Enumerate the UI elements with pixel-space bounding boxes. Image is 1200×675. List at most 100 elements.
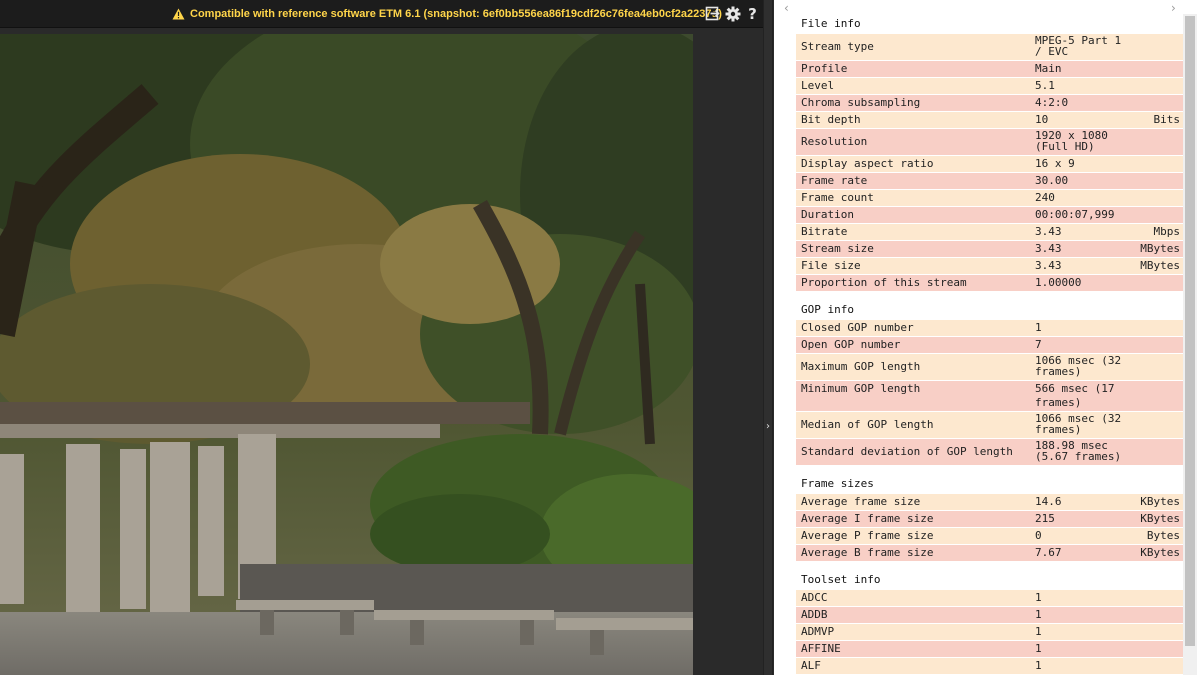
info-key: Minimum GOP length (801, 382, 921, 395)
info-unit (1131, 607, 1183, 623)
info-unit (1131, 320, 1183, 336)
info-section: File info Stream type MPEG-5 Part 1 / EVC P… (796, 15, 1183, 291)
info-key: Duration (801, 208, 854, 221)
info-value: 1066 msec (32 frames) (1035, 354, 1122, 378)
info-unit (1131, 34, 1183, 60)
info-value: 1 (1035, 591, 1042, 604)
info-key: Bit depth (801, 113, 861, 126)
info-key: Proportion of this stream (801, 276, 967, 289)
info-key: Maximum GOP length (801, 360, 921, 373)
info-row: File size 3.43 MBytes (796, 257, 1183, 274)
viewer-toolbar: Compatible with reference software ETM 6… (0, 0, 763, 28)
info-row: Proportion of this stream 1.00000 (796, 274, 1183, 291)
info-key: ALF (801, 659, 821, 672)
info-key: Open GOP number (801, 338, 901, 351)
info-row: Frame rate 30.00 (796, 172, 1183, 189)
info-value: 4:2:0 (1035, 96, 1069, 109)
info-value: 1 (1035, 659, 1042, 672)
info-unit: KBytes (1140, 512, 1180, 525)
info-row: ADMVP 1 (796, 623, 1183, 640)
info-key: Average B frame size (801, 546, 934, 559)
info-unit: KBytes (1140, 495, 1180, 508)
info-unit (1131, 207, 1183, 223)
info-key: Frame count (801, 191, 874, 204)
help-button[interactable]: ? (744, 4, 761, 23)
video-frame-image (0, 34, 693, 675)
stream-info-pane: ‹ › File info Stream type MPEG-5 Part 1 / … (774, 0, 1200, 675)
info-unit: MBytes (1140, 259, 1180, 272)
info-unit: KBytes (1140, 546, 1180, 559)
info-row: Bitrate 3.43 Mbps (796, 223, 1183, 240)
info-row: Maximum GOP length 1066 msec (32 frames) (796, 353, 1183, 380)
info-unit (1131, 641, 1183, 657)
info-value: 1920 x 1080 (Full HD) (1035, 129, 1108, 153)
info-row: Average frame size 14.6 KBytes (796, 493, 1183, 510)
info-row: Frame count 240 (796, 189, 1183, 206)
info-unit (1131, 439, 1183, 465)
info-key: Display aspect ratio (801, 157, 934, 170)
info-key: ADCC (801, 591, 828, 604)
info-unit (1131, 354, 1183, 380)
pane-splitter[interactable] (763, 0, 773, 675)
info-key: Stream type (801, 40, 874, 53)
info-unit: Bytes (1146, 529, 1180, 542)
info-unit: MBytes (1140, 242, 1180, 255)
compatibility-text: Compatible with reference software ETM 6… (190, 8, 722, 20)
info-row: Closed GOP number 1 (796, 319, 1183, 336)
settings-button[interactable] (724, 5, 741, 22)
info-value: 1 (1035, 625, 1042, 638)
warning-icon (172, 8, 185, 20)
info-row: Stream type MPEG-5 Part 1 / EVC (796, 33, 1183, 60)
info-value: 16 x 9 (1035, 157, 1075, 170)
video-frame[interactable] (0, 34, 693, 675)
info-value: 1066 msec (32 frames) (1035, 412, 1122, 436)
info-row: Average B frame size 7.67 KBytes (796, 544, 1183, 561)
info-row: ADCC 1 (796, 589, 1183, 606)
info-unit (1131, 412, 1183, 438)
info-key: Profile (801, 62, 848, 75)
gear-icon (725, 6, 740, 21)
info-value: 188.98 msec (5.67 frames) (1035, 439, 1122, 463)
info-key: Resolution (801, 135, 868, 148)
info-key: Average I frame size (801, 512, 934, 525)
info-key: Frame rate (801, 174, 868, 187)
section-title: GOP info (801, 303, 854, 316)
info-prev-icon[interactable]: ‹ (784, 1, 789, 15)
section-title: File info (801, 17, 861, 30)
export-button[interactable] (704, 5, 721, 22)
info-unit (1131, 61, 1183, 77)
info-value: Main (1035, 62, 1062, 75)
info-scrollbar-thumb[interactable] (1185, 16, 1195, 646)
info-key: ADDB (801, 608, 828, 621)
section-title: Frame sizes (801, 477, 874, 490)
splitter-expand-icon[interactable]: › (764, 420, 772, 434)
info-value: 10 (1035, 113, 1049, 126)
info-row: Stream size 3.43 MBytes (796, 240, 1183, 257)
info-value: 3.43 (1035, 225, 1062, 238)
info-key: File size (801, 259, 861, 272)
info-unit: Mbps (1153, 225, 1181, 238)
info-key: Bitrate (801, 225, 848, 238)
info-value: 14.6 (1035, 495, 1062, 508)
info-unit (1131, 624, 1183, 640)
info-unit: Bits (1153, 113, 1181, 126)
info-value: 5.1 (1035, 79, 1055, 92)
info-key: AFFINE (801, 642, 841, 655)
help-icon: ? (748, 4, 757, 23)
section-title: Toolset info (801, 573, 881, 586)
info-row: Average P frame size 0 Bytes (796, 527, 1183, 544)
info-key: ADMVP (801, 625, 835, 638)
info-value: 1.00000 (1035, 276, 1082, 289)
info-unit (1131, 129, 1183, 155)
info-row: Average I frame size 215 KBytes (796, 510, 1183, 527)
info-row: Median of GOP length 1066 msec (32 frames… (796, 411, 1183, 438)
info-unit (1131, 590, 1183, 606)
info-row: AFFINE 1 (796, 640, 1183, 657)
info-key: Average frame size (801, 495, 921, 508)
info-value: 00:00:07,999 (1035, 208, 1115, 221)
info-value: 7 (1035, 338, 1042, 351)
info-value: 1 (1035, 642, 1042, 655)
info-unit (1131, 337, 1183, 353)
info-next-icon[interactable]: › (1171, 1, 1176, 15)
info-row: Bit depth 10 Bits (796, 111, 1183, 128)
